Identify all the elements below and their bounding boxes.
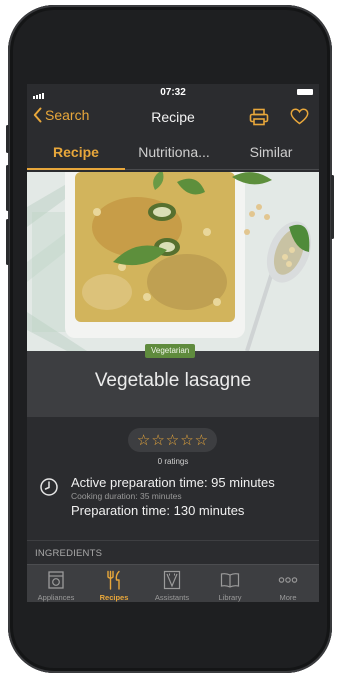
vegetarian-badge: Vegetarian — [145, 344, 196, 358]
tabbar-recipes[interactable]: Recipes — [85, 565, 143, 602]
tabbar-assistants[interactable]: Assistants — [143, 565, 201, 602]
rating-stars[interactable]: ☆ ☆ ☆ ☆ ☆ — [128, 428, 217, 452]
phone-side-button — [331, 175, 334, 239]
clock-icon — [40, 478, 58, 496]
prep-time: Preparation time: 130 minutes — [71, 503, 245, 518]
star-icon: ☆ — [180, 432, 194, 449]
status-time: 07:32 — [160, 87, 186, 98]
assistant-icon — [163, 570, 181, 590]
tab-divider — [125, 169, 319, 170]
tabbar-label: Library — [218, 593, 242, 602]
star-icon: ☆ — [151, 432, 165, 449]
navigation-bar: Search Recipe — [27, 100, 319, 132]
segment-tabs: Recipe Nutritiona... Similar — [27, 138, 319, 172]
phone-side-button — [6, 165, 9, 211]
star-icon: ☆ — [165, 432, 180, 449]
tabbar-appliances[interactable]: Appliances — [27, 565, 85, 602]
cooking-duration: Cooking duration: 35 minutes — [71, 491, 182, 501]
tabbar-label: Assistants — [154, 593, 190, 602]
active-prep-time: Active preparation time: 95 minutes — [71, 475, 275, 490]
phone-side-button — [6, 125, 9, 153]
ratings-count: 0 ratings — [157, 457, 189, 466]
cutlery-icon — [107, 570, 120, 590]
tab-recipe[interactable]: Recipe — [27, 138, 125, 168]
tabbar-label: Appliances — [37, 593, 75, 602]
tabbar-label: Recipes — [99, 593, 129, 602]
book-icon — [220, 573, 240, 588]
printer-icon[interactable] — [249, 108, 269, 126]
tab-similar[interactable]: Similar — [223, 138, 319, 168]
recipe-title: Vegetable lasagne — [94, 370, 252, 391]
star-icon: ☆ — [136, 432, 151, 449]
tabbar-more[interactable]: More — [259, 565, 317, 602]
more-icon — [278, 577, 298, 583]
divider — [27, 540, 319, 541]
tabbar-label: More — [279, 593, 297, 602]
time-info: Active preparation time: 95 minutes Cook… — [71, 475, 275, 519]
recipe-photo — [27, 172, 319, 351]
phone-side-button — [6, 219, 9, 265]
page-title: Recipe — [151, 109, 195, 125]
ingredients-heading: INGREDIENTS — [35, 548, 103, 559]
tab-nutritional[interactable]: Nutritiona... — [125, 138, 223, 168]
battery-icon — [297, 89, 313, 95]
app-screen: 07:32 Search Recipe Recipe Nutritiona...… — [27, 84, 319, 602]
status-bar: 07:32 — [27, 84, 319, 100]
oven-icon — [48, 571, 64, 589]
active-tab-indicator — [27, 168, 125, 170]
star-icon: ☆ — [194, 432, 209, 449]
heart-icon[interactable] — [290, 108, 309, 125]
tab-bar: Appliances Recipes Assistants Library Mo… — [27, 564, 319, 602]
tabbar-library[interactable]: Library — [201, 565, 259, 602]
